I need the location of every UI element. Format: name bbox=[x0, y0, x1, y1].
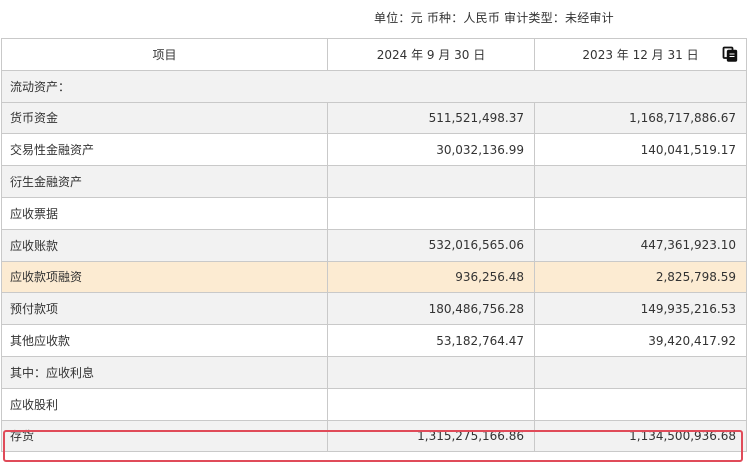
row-label: 应收账款 bbox=[1, 228, 328, 262]
header-item: 项目 bbox=[1, 38, 328, 71]
value-2023-12-31: 149,935,216.53 bbox=[534, 292, 747, 326]
table-row[interactable]: 货币资金 511,521,498.37 1,168,717,886.67 bbox=[1, 101, 747, 135]
value-2024-09-30 bbox=[327, 387, 535, 421]
value-2024-09-30 bbox=[327, 196, 535, 230]
value-2023-12-31: 447,361,923.10 bbox=[534, 228, 747, 262]
table-row[interactable]: 其中：应收利息 bbox=[1, 355, 747, 389]
balance-sheet-table-container: 项目 2024 年 9 月 30 日 2023 年 12 月 31 日 流动资产… bbox=[1, 38, 747, 453]
value-2024-09-30 bbox=[327, 355, 535, 389]
value-2023-12-31 bbox=[534, 355, 747, 389]
value-2024-09-30: 1,315,275,166.86 bbox=[327, 419, 535, 453]
value-2023-12-31 bbox=[534, 196, 747, 230]
table-row[interactable]: 应收股利 bbox=[1, 387, 747, 421]
table-row[interactable]: 应收票据 bbox=[1, 196, 747, 230]
copy-icon[interactable] bbox=[722, 46, 738, 62]
value-2024-09-30: 511,521,498.37 bbox=[327, 101, 535, 135]
table-row[interactable]: 流动资产： bbox=[1, 69, 747, 103]
header-2023-12-31: 2023 年 12 月 31 日 bbox=[534, 38, 747, 71]
table-row[interactable]: 其他应收款 53,182,764.47 39,420,417.92 bbox=[1, 324, 747, 357]
value-2023-12-31: 140,041,519.17 bbox=[534, 133, 747, 167]
row-label: 应收款项融资 bbox=[1, 260, 328, 294]
header-2023-12-31-label: 2023 年 12 月 31 日 bbox=[582, 47, 699, 62]
table-row[interactable]: 衍生金融资产 bbox=[1, 165, 747, 198]
value-2024-09-30: 180,486,756.28 bbox=[327, 292, 535, 326]
value-2024-09-30: 532,016,565.06 bbox=[327, 228, 535, 262]
row-label: 应收股利 bbox=[1, 387, 328, 421]
value-2023-12-31 bbox=[534, 387, 747, 421]
section-label: 流动资产： bbox=[1, 69, 747, 103]
table-header-row: 项目 2024 年 9 月 30 日 2023 年 12 月 31 日 bbox=[1, 38, 747, 71]
value-2024-09-30: 30,032,136.99 bbox=[327, 133, 535, 167]
unit-currency-audit-info: 单位：元 币种：人民币 审计类型：未经审计 bbox=[374, 11, 614, 25]
row-label: 其中：应收利息 bbox=[1, 355, 328, 389]
row-label: 货币资金 bbox=[1, 101, 328, 135]
value-2023-12-31 bbox=[534, 165, 747, 198]
table-row[interactable]: 应收账款 532,016,565.06 447,361,923.10 bbox=[1, 228, 747, 262]
row-label: 应收票据 bbox=[1, 196, 328, 230]
value-2023-12-31: 1,168,717,886.67 bbox=[534, 101, 747, 135]
row-label: 存货 bbox=[1, 419, 328, 453]
row-label: 交易性金融资产 bbox=[1, 133, 328, 167]
value-2023-12-31: 39,420,417.92 bbox=[534, 324, 747, 357]
table-row[interactable]: 应收款项融资 936,256.48 2,825,798.59 bbox=[1, 260, 747, 294]
header-2024-09-30: 2024 年 9 月 30 日 bbox=[327, 38, 535, 71]
row-label: 其他应收款 bbox=[1, 324, 328, 357]
table-row[interactable]: 预付款项 180,486,756.28 149,935,216.53 bbox=[1, 292, 747, 326]
table-row[interactable]: 交易性金融资产 30,032,136.99 140,041,519.17 bbox=[1, 133, 747, 167]
value-2024-09-30: 53,182,764.47 bbox=[327, 324, 535, 357]
value-2024-09-30: 936,256.48 bbox=[327, 260, 535, 294]
row-label: 预付款项 bbox=[1, 292, 328, 326]
table-row[interactable]: 存货 1,315,275,166.86 1,134,500,936.68 bbox=[1, 419, 747, 453]
value-2023-12-31: 1,134,500,936.68 bbox=[534, 419, 747, 453]
balance-sheet-table: 项目 2024 年 9 月 30 日 2023 年 12 月 31 日 流动资产… bbox=[1, 38, 747, 453]
value-2024-09-30 bbox=[327, 165, 535, 198]
row-label: 衍生金融资产 bbox=[1, 165, 328, 198]
value-2023-12-31: 2,825,798.59 bbox=[534, 260, 747, 294]
